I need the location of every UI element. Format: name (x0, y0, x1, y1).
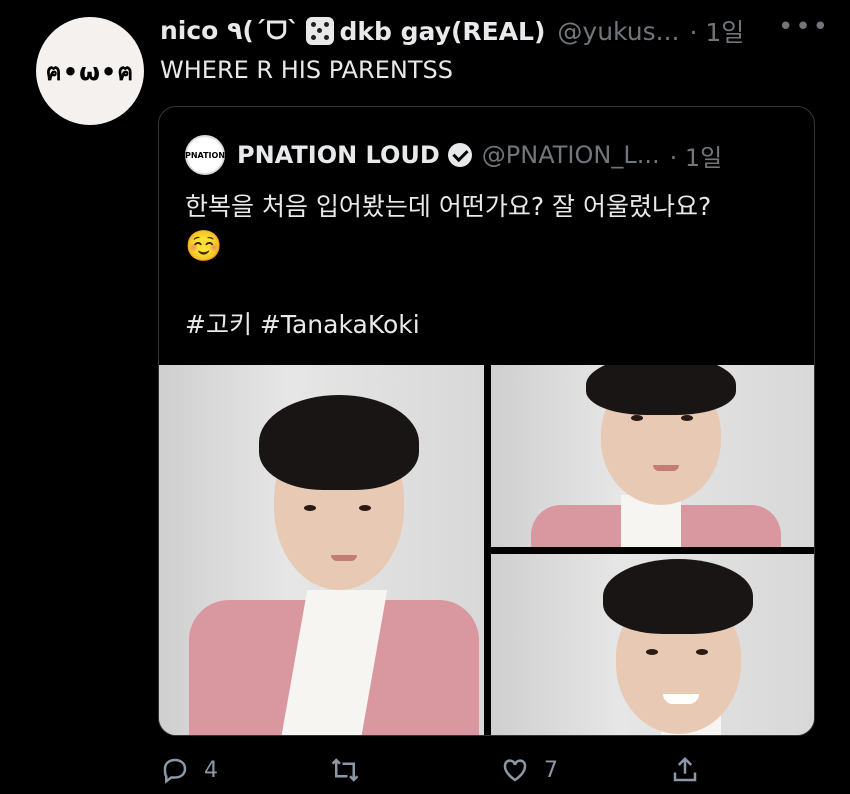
reply-button[interactable]: 4 (160, 755, 330, 785)
display-name[interactable]: nico ٩(ˊᗜˋ (160, 16, 300, 46)
quote-time[interactable]: · 1일 (670, 138, 723, 173)
dice-emoji-icon (305, 17, 334, 45)
user-handle[interactable]: @yukus... (557, 17, 679, 46)
quote-body: 한복을 처음 입어봤는데 어떤가요? 잘 어울렸나요? (185, 192, 712, 221)
more-options-icon[interactable]: ••• (778, 12, 830, 42)
tweet-header: nico ٩(ˊᗜˋ dkb gay(REAL) @yukus... · 1일 … (160, 12, 840, 50)
quote-handle[interactable]: @PNATION_L... (482, 141, 660, 169)
smiling-emoji-icon: ☺️ (185, 229, 223, 264)
quote-avatar[interactable]: PNATION (185, 135, 225, 175)
like-button[interactable]: 7 (500, 755, 670, 785)
share-button[interactable] (670, 755, 700, 785)
photo-1[interactable] (159, 365, 484, 735)
reply-count: 4 (204, 757, 218, 783)
user-avatar[interactable]: ฅ•ω•ฅ (36, 17, 144, 125)
photo-3[interactable] (491, 554, 814, 735)
reply-icon (163, 758, 187, 784)
tweet-text: WHERE R HIS PARENTSS (160, 56, 453, 84)
verified-badge-icon (447, 143, 472, 167)
quoted-tweet[interactable]: PNATION PNATION LOUD @PNATION_L... · 1일 … (158, 106, 815, 736)
quote-header: PNATION PNATION LOUD @PNATION_L... · 1일 (185, 135, 722, 175)
quote-text: 한복을 처음 입어봤는데 어떤가요? 잘 어울렸나요? ☺️ (185, 187, 795, 267)
quote-display-name[interactable]: PNATION LOUD (237, 141, 440, 169)
display-name-rest[interactable]: dkb gay(REAL) (340, 17, 546, 46)
share-icon (673, 756, 697, 782)
retweet-button[interactable] (330, 755, 500, 785)
photo-2[interactable] (491, 365, 814, 547)
tweet-time[interactable]: · 1일 (689, 13, 744, 49)
tweet-actions: 4 7 (160, 752, 720, 788)
heart-icon (503, 759, 527, 782)
like-count: 7 (544, 757, 558, 783)
quote-hashtags[interactable]: #고키 #TanakaKoki (185, 305, 420, 341)
retweet-icon (331, 758, 359, 782)
